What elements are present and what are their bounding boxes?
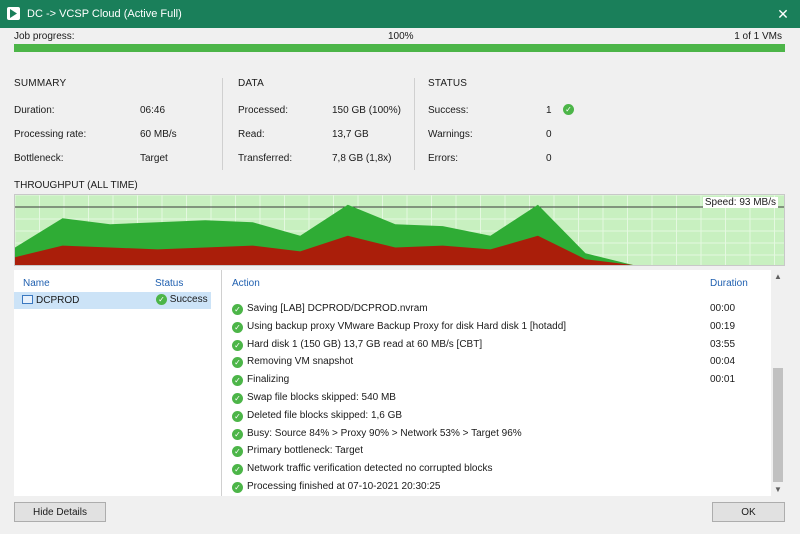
scrollbar-thumb[interactable] (773, 368, 783, 482)
errors-value: 0 (546, 153, 552, 164)
action-duration: 00:19 (710, 320, 736, 332)
vm-status-text: Success (169, 294, 208, 306)
action-row[interactable]: ✓ Primary bottleneck: Target (232, 443, 772, 460)
vm-name-column-header[interactable]: Name (23, 278, 50, 289)
success-label: Success: (428, 105, 469, 116)
action-row[interactable]: ✓ Busy: Source 84% > Proxy 90% > Network … (232, 426, 772, 443)
bottleneck-label: Bottleneck: (14, 153, 64, 164)
processing-rate-label: Processing rate: (14, 129, 87, 140)
action-row[interactable]: ✓ Removing VM snapshot 00:04 (232, 354, 772, 371)
success-value: 1 (546, 105, 552, 116)
transferred-label: Transferred: (238, 153, 293, 164)
vm-icon (22, 295, 33, 304)
success-check-icon: ✓ (232, 321, 243, 333)
vm-list-panel: Name Status DCPROD ✓ Success (14, 270, 222, 496)
divider (414, 78, 415, 170)
vm-status-column-header[interactable]: Status (155, 278, 183, 289)
ok-button[interactable]: OK (712, 502, 785, 522)
success-check-icon: ✓ (156, 294, 167, 305)
action-text: Busy: Source 84% > Proxy 90% > Network 5… (247, 427, 522, 439)
processed-label: Processed: (238, 105, 289, 116)
action-duration: 00:00 (710, 303, 736, 314)
vm-row-dcprod[interactable]: DCPROD ✓ Success (14, 292, 211, 309)
action-text: Saving [LAB] DCPROD/DCPROD.nvram (247, 303, 428, 314)
warnings-label: Warnings: (428, 129, 473, 140)
action-text: Network traffic verification detected no… (247, 463, 493, 475)
job-progress-label: Job progress: (14, 31, 75, 42)
success-check-icon: ✓ (232, 375, 243, 387)
success-check-icon: ✓ (232, 357, 243, 369)
job-vm-count: 1 of 1 VMs (734, 31, 782, 42)
action-text: Processing finished at 07-10-2021 20:30:… (247, 481, 441, 492)
window-title: DC -> VCSP Cloud (Active Full) (27, 8, 182, 20)
success-check-icon: ✓ (232, 464, 243, 476)
vm-status: ✓ Success (156, 294, 208, 305)
hide-details-button[interactable]: Hide Details (14, 502, 106, 522)
success-check-icon: ✓ (232, 304, 243, 315)
action-row[interactable]: ✓ Using backup proxy VMware Backup Proxy … (232, 319, 772, 336)
duration-value: 06:46 (140, 105, 166, 116)
action-text: Deleted file blocks skipped: 1,6 GB (247, 409, 403, 421)
data-heading: DATA (238, 78, 264, 89)
action-text: Using backup proxy VMware Backup Proxy f… (247, 320, 567, 332)
throughput-chart: Speed: 93 MB/s (14, 194, 785, 266)
success-check-icon: ✓ (232, 339, 243, 351)
action-log-panel: Action Duration ✓ Saving [LAB] DCPROD/DCP… (222, 270, 785, 496)
action-row[interactable]: ✓ Finalizing 00:01 (232, 372, 772, 389)
action-row[interactable]: ✓ Processing finished at 07-10-2021 20:30… (232, 479, 772, 496)
action-text: Primary bottleneck: Target (247, 445, 363, 457)
errors-label: Errors: (428, 153, 458, 164)
processing-rate-value: 60 MB/s (140, 129, 177, 140)
action-text: Hard disk 1 (150 GB) 13,7 GB read at 60 … (247, 338, 483, 350)
action-row[interactable]: ✓ Deleted file blocks skipped: 1,6 GB (232, 408, 772, 425)
read-label: Read: (238, 129, 265, 140)
duration-column-header[interactable]: Duration (710, 278, 748, 289)
action-row[interactable]: ✓ Network traffic verification detected n… (232, 461, 772, 478)
action-duration: 03:55 (710, 338, 736, 350)
action-column-header[interactable]: Action (232, 278, 260, 289)
summary-heading: SUMMARY (14, 78, 67, 89)
success-check-icon: ✓ (232, 393, 243, 404)
success-check-icon: ✓ (232, 410, 243, 422)
action-row[interactable]: ✓ Hard disk 1 (150 GB) 13,7 GB read at 60… (232, 337, 772, 354)
warnings-value: 0 (546, 129, 552, 140)
divider (222, 78, 223, 170)
job-progress-fill (14, 44, 785, 52)
duration-label: Duration: (14, 105, 55, 116)
close-icon[interactable]: ✕ (766, 0, 800, 28)
throughput-chart-svg (15, 195, 784, 265)
job-progress-bar (14, 44, 785, 52)
processed-value: 150 GB (100%) (332, 105, 401, 116)
scroll-down-icon[interactable]: ▼ (774, 485, 782, 494)
job-progress-percent: 100% (388, 31, 414, 42)
success-check-icon: ✓ (563, 104, 574, 115)
bottleneck-value: Target (140, 153, 168, 164)
speed-readout: Speed: 93 MB/s (702, 197, 778, 208)
action-text: Removing VM snapshot (247, 356, 354, 368)
log-scrollbar[interactable]: ▲ ▼ (771, 270, 785, 496)
action-text: Finalizing (247, 374, 290, 386)
action-duration: 00:04 (710, 356, 736, 368)
success-check-icon: ✓ (232, 446, 243, 458)
throughput-heading: THROUGHPUT (ALL TIME) (14, 180, 138, 191)
scroll-up-icon[interactable]: ▲ (774, 272, 782, 281)
success-check-icon: ✓ (232, 482, 243, 493)
read-value: 13,7 GB (332, 129, 369, 140)
action-row[interactable]: ✓ Swap file blocks skipped: 540 MB (232, 390, 772, 407)
title-bar: DC -> VCSP Cloud (Active Full) ✕ (0, 0, 800, 28)
action-text: Swap file blocks skipped: 540 MB (247, 392, 396, 403)
action-row[interactable]: ✓ Saving [LAB] DCPROD/DCPROD.nvram 00:00 (232, 301, 772, 318)
veeam-app-icon (7, 7, 20, 20)
success-check-icon: ✓ (232, 428, 243, 440)
action-duration: 00:01 (710, 374, 736, 386)
status-heading: STATUS (428, 78, 468, 89)
transferred-value: 7,8 GB (1,8x) (332, 153, 392, 164)
vm-name: DCPROD (36, 295, 80, 306)
